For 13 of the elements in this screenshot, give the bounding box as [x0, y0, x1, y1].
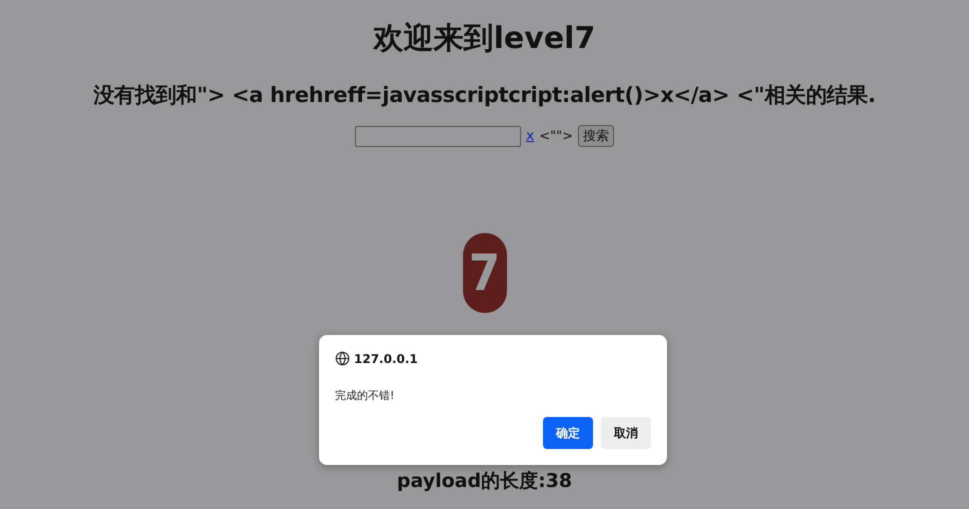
cancel-button[interactable]: 取消 [601, 417, 651, 449]
result-message: 没有找到和"> <a hrehreff=javasscriptcript:alert()>x</a> <"相关的结果. [93, 82, 876, 109]
dialog-origin: 127.0.0.1 [354, 352, 418, 366]
search-field[interactable] [354, 126, 521, 146]
search-button[interactable]: 搜索 [578, 125, 614, 147]
dialog-message: 完成的不错! [335, 388, 396, 403]
confirm-button[interactable]: 确定 [543, 417, 593, 449]
x-link[interactable]: x [526, 128, 534, 144]
level-logo: 7 [462, 233, 506, 313]
globe-icon [335, 351, 350, 366]
trailing-text: <""> [539, 128, 574, 144]
page-title: 欢迎来到level7 [374, 20, 596, 58]
payload-length: payload的长度:38 [396, 469, 574, 494]
